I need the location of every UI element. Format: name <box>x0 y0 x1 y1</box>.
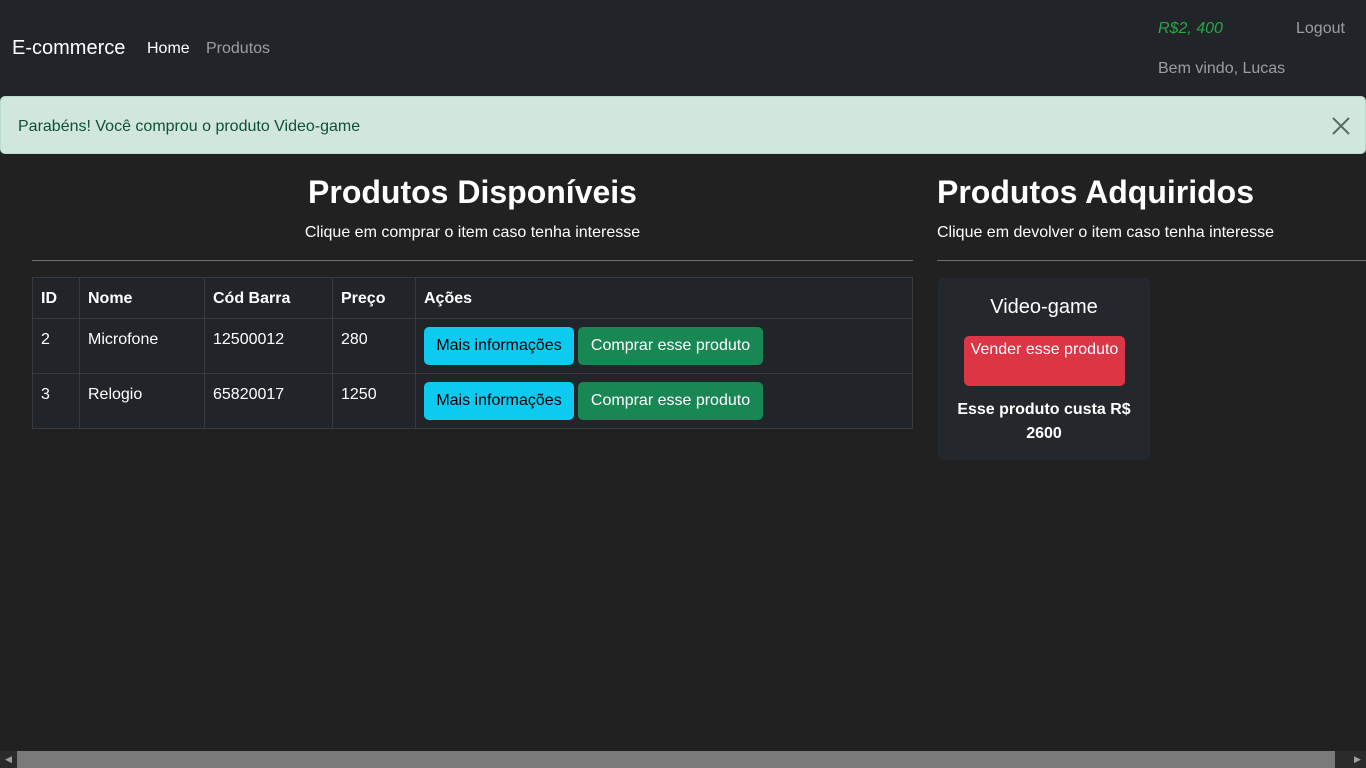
cell-preco: 1250 <box>332 373 416 429</box>
scroll-right-arrow-icon[interactable]: ▶ <box>1349 751 1366 768</box>
table-row: 2 Microfone 12500012 280 Mais informaçõe… <box>32 318 913 374</box>
more-info-button[interactable]: Mais informações <box>424 382 574 420</box>
column-header-preco: Preço <box>332 277 416 319</box>
acquired-title: Produtos Adquiridos <box>937 174 1255 210</box>
card-price-text: Esse produto custa R$ 2600 <box>957 401 1131 442</box>
nav-link-produtos[interactable]: Produtos <box>206 40 270 58</box>
column-header-cod-barra: Cód Barra <box>204 277 333 319</box>
close-icon[interactable] <box>1329 114 1353 138</box>
card-title: Video-game <box>990 296 1098 318</box>
buy-product-button[interactable]: Comprar esse produto <box>578 327 763 365</box>
success-alert: Parabéns! Você comprou o produto Video-g… <box>0 96 1366 154</box>
cell-id: 3 <box>32 373 80 429</box>
welcome-text: Bem vindo, Lucas <box>1158 60 1286 77</box>
logout-link[interactable]: Logout <box>1296 20 1345 38</box>
user-balance: R$2, 400 <box>1158 20 1223 37</box>
alert-message: Parabéns! Você comprou o produto Video-g… <box>18 118 361 135</box>
more-info-button[interactable]: Mais informações <box>424 327 574 365</box>
cell-id: 2 <box>32 318 80 374</box>
buy-product-button[interactable]: Comprar esse produto <box>578 382 763 420</box>
cell-preco: 280 <box>332 318 416 374</box>
products-table: ID Nome Cód Barra Preço Ações 2 Microfon… <box>32 277 913 429</box>
horizontal-scrollbar[interactable]: ◀ ▶ <box>0 751 1366 768</box>
available-title: Produtos Disponíveis <box>308 174 637 210</box>
column-header-nome: Nome <box>79 277 205 319</box>
cell-cod-barra: 65820017 <box>204 373 333 429</box>
scroll-thumb[interactable] <box>17 751 1335 768</box>
acquired-subtitle: Clique em devolver o item caso tenha int… <box>937 224 1275 241</box>
cell-nome: Microfone <box>79 318 205 374</box>
divider <box>937 260 1366 261</box>
cell-actions: Mais informações Comprar esse produto <box>415 318 913 374</box>
divider <box>32 260 913 261</box>
cell-nome: Relogio <box>79 373 205 429</box>
table-header-row: ID Nome Cód Barra Preço Ações <box>32 277 913 319</box>
table-row: 3 Relogio 65820017 1250 Mais informações… <box>32 373 913 429</box>
navbar: E-commerce Home Produtos R$2, 400 Logout… <box>0 0 1366 96</box>
column-header-id: ID <box>32 277 80 319</box>
acquired-product-card: Video-game Vender esse produto Esse prod… <box>938 278 1150 460</box>
nav-link-home[interactable]: Home <box>147 40 190 58</box>
scroll-left-arrow-icon[interactable]: ◀ <box>0 751 17 768</box>
cell-cod-barra: 12500012 <box>204 318 333 374</box>
cell-actions: Mais informações Comprar esse produto <box>415 373 913 429</box>
sell-product-button[interactable]: Vender esse produto <box>964 336 1125 386</box>
column-header-acoes: Ações <box>415 277 913 319</box>
brand-link[interactable]: E-commerce <box>12 37 125 60</box>
available-subtitle: Clique em comprar o item caso tenha inte… <box>304 224 641 241</box>
